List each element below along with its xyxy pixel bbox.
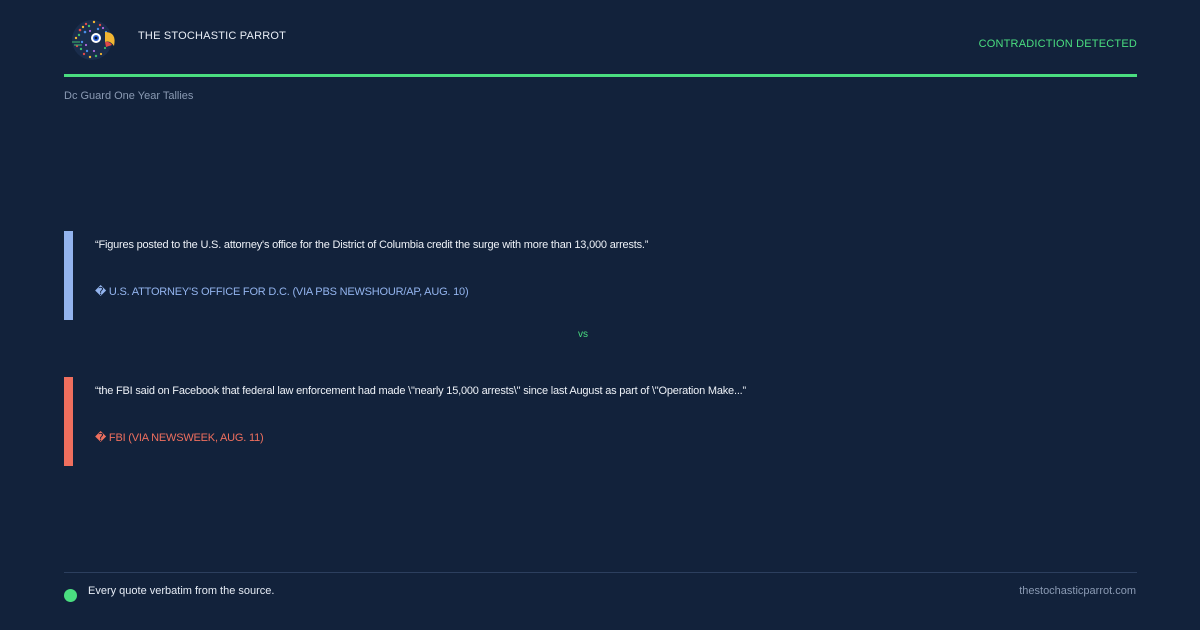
quote-accent-bar [64, 377, 73, 466]
footer-divider [64, 572, 1137, 573]
status-label: CONTRADICTION DETECTED [978, 38, 1137, 50]
vs-label: vs [578, 329, 588, 340]
header-divider [64, 74, 1137, 77]
header: THE STOCHASTIC PARROT CONTRADICTION DETE… [64, 16, 1137, 72]
quote-source: � FBI (VIA NEWSWEEK, AUG. 11) [95, 432, 264, 444]
quote-text: “the FBI said on Facebook that federal l… [95, 385, 746, 397]
site-url: thestochasticparrot.com [1019, 585, 1136, 597]
quote-accent-bar [64, 231, 73, 320]
parrot-logo-icon [72, 20, 115, 60]
quote-source: � U.S. ATTORNEY'S OFFICE FOR D.C. (VIA P… [95, 286, 469, 298]
footer-note: Every quote verbatim from the source. [88, 585, 275, 597]
quote-card-2: “the FBI said on Facebook that federal l… [64, 377, 1137, 466]
quote-card-1: “Figures posted to the U.S. attorney's o… [64, 231, 1137, 320]
quote-text: “Figures posted to the U.S. attorney's o… [95, 239, 649, 251]
topic-title: Dc Guard One Year Tallies [64, 90, 194, 102]
brand-name: THE STOCHASTIC PARROT [138, 30, 287, 42]
status-dot-icon [64, 589, 77, 602]
